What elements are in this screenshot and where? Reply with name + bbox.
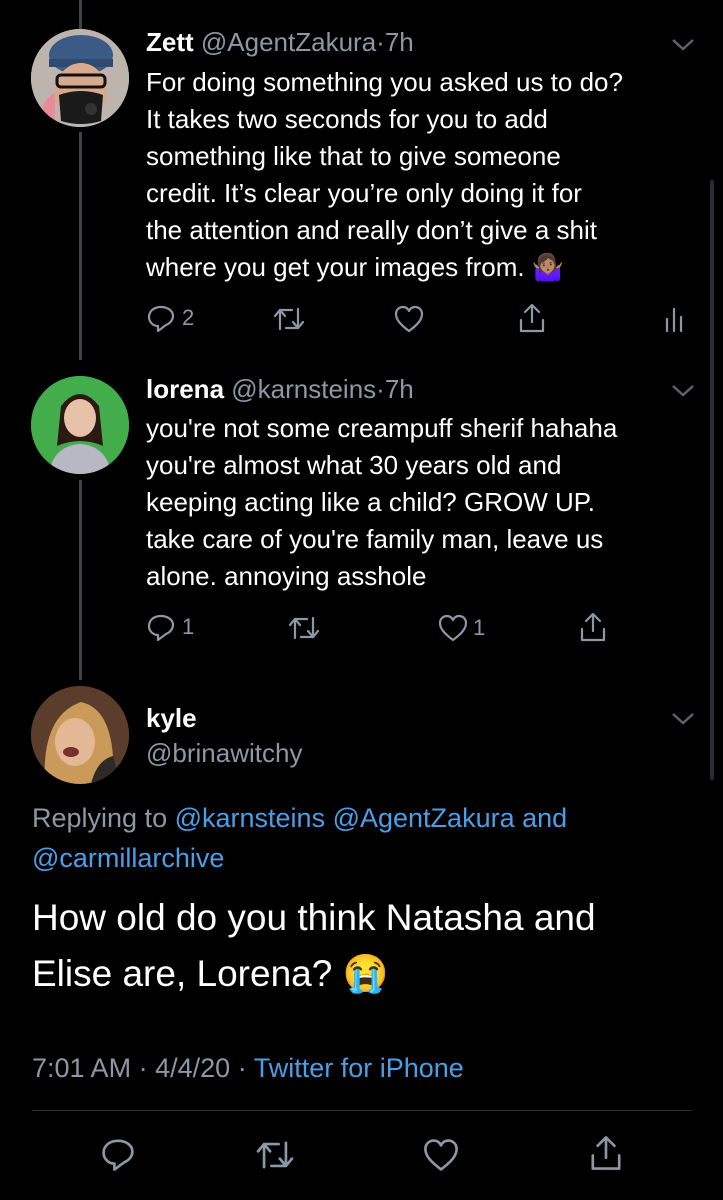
reply-and[interactable]: and xyxy=(522,803,567,833)
text-line: you're almost what 30 years old and xyxy=(146,450,562,480)
reply-count: 1 xyxy=(182,614,195,639)
text-line: the attention and really don’t give a sh… xyxy=(146,215,597,245)
text-line: you're not some creampuff sherif hahaha xyxy=(146,413,618,443)
text-line: For doing something you asked us to do? xyxy=(146,67,623,97)
like-button[interactable]: 1 xyxy=(437,613,485,643)
avatar-zett[interactable] xyxy=(31,29,129,127)
retweet-button[interactable] xyxy=(287,614,321,642)
tweet-date: 4/4/20 xyxy=(155,1053,231,1083)
share-icon xyxy=(580,612,606,642)
avatar-kyle[interactable] xyxy=(31,686,129,784)
handle[interactable]: @karnsteins xyxy=(231,374,376,404)
like-count: 1 xyxy=(473,615,486,640)
tweet-meta: 7:01 AM · 4/4/20 · Twitter for iPhone xyxy=(32,1053,464,1084)
share-button[interactable] xyxy=(588,1133,624,1173)
replying-prefix: Replying to xyxy=(32,803,168,833)
reply-count: 2 xyxy=(182,305,195,330)
tweet-source-link[interactable]: Twitter for iPhone xyxy=(254,1053,464,1083)
main-tweet-text: How old do you think Natasha and Elise a… xyxy=(32,890,596,1002)
text-line: credit. It’s clear you’re only doing it … xyxy=(146,178,582,208)
avatar-image xyxy=(31,376,129,474)
text-line: where you get your images from. 🤷🏽‍♀️ xyxy=(146,252,565,282)
tweet-header: lorena @karnsteins·7h xyxy=(146,374,414,405)
reply-button[interactable] xyxy=(100,1136,136,1172)
handle[interactable]: @brinawitchy xyxy=(146,738,302,769)
display-name[interactable]: Zett xyxy=(146,27,194,57)
retweet-icon xyxy=(288,616,320,640)
reply-icon xyxy=(102,1139,134,1171)
text-line: Elise are, Lorena? 😭 xyxy=(32,953,389,994)
retweet-button[interactable] xyxy=(272,305,306,333)
scrollbar[interactable] xyxy=(710,180,714,780)
tweet-text: For doing something you asked us to do? … xyxy=(146,64,706,286)
chevron-down-icon[interactable] xyxy=(671,384,695,398)
text-line: something like that to give someone xyxy=(146,141,561,171)
like-icon xyxy=(394,305,424,333)
reply-handle-link[interactable]: @carmillarchive xyxy=(32,843,224,873)
chevron-down-icon[interactable] xyxy=(671,712,695,726)
reply-button[interactable]: 2 xyxy=(146,303,194,333)
tweet-time: 7:01 AM xyxy=(32,1053,132,1083)
divider xyxy=(32,1110,692,1111)
chevron-down-icon[interactable] xyxy=(671,38,695,52)
avatar-image xyxy=(31,686,129,784)
share-icon xyxy=(519,303,545,333)
like-button[interactable] xyxy=(421,1137,461,1173)
avatar-lorena[interactable] xyxy=(31,376,129,474)
separator: · xyxy=(138,1053,148,1083)
replying-to: Replying to @karnsteins @AgentZakura and… xyxy=(32,798,692,878)
text-line: keeping acting like a child? GROW UP. xyxy=(146,487,595,517)
separator: · xyxy=(376,27,385,57)
reply-button[interactable]: 1 xyxy=(146,612,194,642)
timestamp[interactable]: 7h xyxy=(385,374,414,404)
handle[interactable]: @AgentZakura xyxy=(201,27,376,57)
retweet-icon xyxy=(273,307,305,331)
separator: · xyxy=(376,374,385,404)
display-name[interactable]: lorena xyxy=(146,374,224,404)
avatar-image xyxy=(31,29,129,127)
reply-icon xyxy=(147,305,175,333)
reply-handle-link[interactable]: @karnsteins xyxy=(175,803,325,833)
retweet-icon xyxy=(256,1141,294,1169)
share-button[interactable] xyxy=(517,302,547,334)
crying-emoji: 😭 xyxy=(342,953,389,994)
separator: · xyxy=(237,1053,247,1083)
thread-line-top xyxy=(79,0,82,30)
text-line: take care of you're family man, leave us xyxy=(146,524,604,554)
analytics-icon xyxy=(665,307,683,333)
text-line: How old do you think Natasha and xyxy=(32,897,596,938)
like-icon xyxy=(424,1139,458,1171)
share-button[interactable] xyxy=(578,611,608,643)
reply-handle-link[interactable]: @AgentZakura xyxy=(333,803,515,833)
thread-line-1 xyxy=(79,132,82,360)
shrug-emoji: 🤷🏽‍♀️ xyxy=(531,252,565,282)
tweet-header: Zett @AgentZakura·7h xyxy=(146,27,414,58)
tweet-text: you're not some creampuff sherif hahaha … xyxy=(146,410,706,595)
share-icon xyxy=(591,1136,621,1170)
display-name[interactable]: kyle xyxy=(146,703,197,734)
like-icon xyxy=(438,614,468,642)
analytics-button[interactable] xyxy=(662,305,686,333)
like-button[interactable] xyxy=(393,304,431,334)
timestamp[interactable]: 7h xyxy=(385,27,414,57)
text-line: alone. annoying asshole xyxy=(146,561,427,591)
text-line: It takes two seconds for you to add xyxy=(146,104,548,134)
thread-line-2 xyxy=(79,480,82,680)
retweet-button[interactable] xyxy=(254,1138,296,1172)
reply-icon xyxy=(147,614,175,642)
